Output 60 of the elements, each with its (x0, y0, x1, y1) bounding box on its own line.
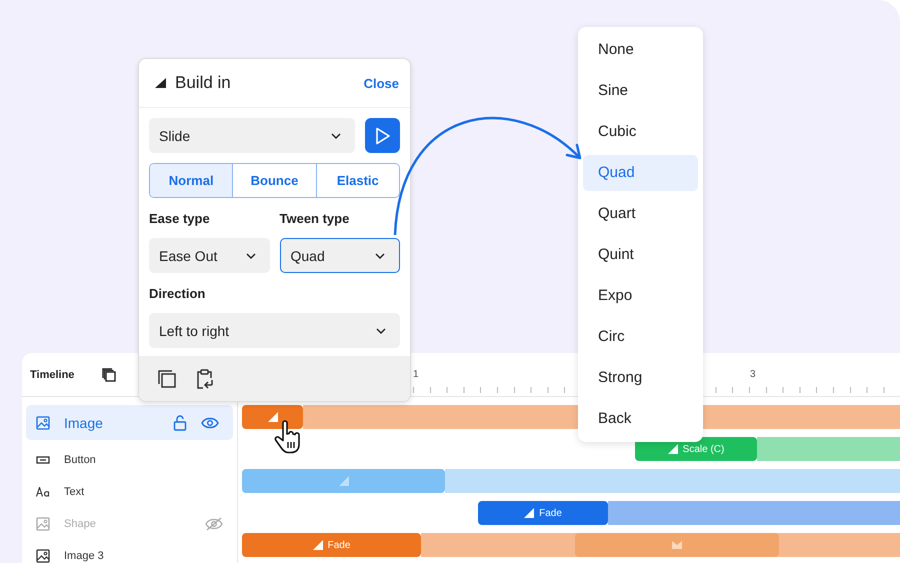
direction-select[interactable]: Left to right (149, 313, 400, 348)
layer-item[interactable]: Image (26, 405, 233, 440)
layer-name: Image (64, 414, 104, 430)
chevron-down-icon (331, 132, 341, 138)
menu-item[interactable]: Cubic (583, 114, 698, 150)
text-icon (36, 487, 50, 497)
menu-item[interactable]: Sine (583, 73, 698, 109)
ruler-label: 1 (413, 369, 419, 380)
triangle-icon (268, 412, 278, 422)
menu-item[interactable]: Quad (583, 155, 698, 191)
menu-item[interactable]: Strong (583, 360, 698, 396)
layer-name: Text (64, 486, 86, 498)
panel-title: Build in (175, 73, 232, 93)
field-label: Direction (149, 286, 206, 301)
mode-tab[interactable]: Normal (150, 164, 232, 197)
paste-icon[interactable] (195, 368, 215, 388)
segment-label: Fade (539, 508, 562, 518)
chevron-down-icon (376, 328, 386, 334)
layer-item[interactable]: Text (26, 480, 233, 504)
ruler-label: 3 (750, 369, 756, 380)
animation-segment[interactable] (242, 405, 303, 429)
field-label: Ease type (149, 211, 211, 226)
eye-icon[interactable] (201, 416, 219, 428)
copy-icon[interactable] (157, 368, 177, 388)
close-link[interactable]: Close (364, 76, 399, 90)
menu-item[interactable]: None (583, 32, 698, 68)
animation-segment[interactable]: Fade (478, 501, 608, 525)
chevron-down-icon (246, 252, 256, 258)
play-button[interactable] (365, 118, 400, 153)
segment-label: Scale (C) (682, 444, 724, 454)
effect-select[interactable]: Slide (149, 118, 355, 153)
triangle-icon (338, 476, 348, 486)
chevron-down-icon (375, 252, 385, 258)
layer-name: Shape (64, 518, 97, 530)
timeline-title: Timeline (30, 368, 74, 380)
layer-name: Button (64, 454, 97, 466)
menu-item[interactable]: Back (583, 401, 698, 437)
ease-select[interactable]: Ease Out (149, 238, 270, 273)
image-icon (36, 517, 50, 531)
eye-off-icon[interactable] (205, 517, 223, 531)
layer-name: Image 3 (64, 550, 105, 562)
tween-select[interactable]: Quad (280, 238, 400, 273)
image-icon (36, 549, 50, 563)
triangle-icon (524, 508, 534, 518)
unlock-icon[interactable] (173, 414, 187, 430)
image-icon (36, 416, 50, 430)
layer-item[interactable]: Image 3 (26, 544, 233, 563)
menu-item[interactable]: Quint (583, 237, 698, 273)
play-icon (374, 126, 390, 144)
triangle-icon (312, 540, 323, 550)
menu-item[interactable]: Expo (583, 278, 698, 314)
segment-label: Fade (328, 540, 350, 550)
layer-item[interactable]: Button (26, 448, 233, 472)
triangle-icon (668, 444, 678, 454)
copy-icon[interactable] (102, 368, 116, 382)
triangle-icon (154, 77, 166, 89)
mode-tab[interactable]: Elastic (316, 164, 399, 197)
menu-item[interactable]: Quart (583, 196, 698, 232)
field-label: Tween type (280, 211, 350, 226)
menu-item[interactable]: Circ (583, 319, 698, 355)
